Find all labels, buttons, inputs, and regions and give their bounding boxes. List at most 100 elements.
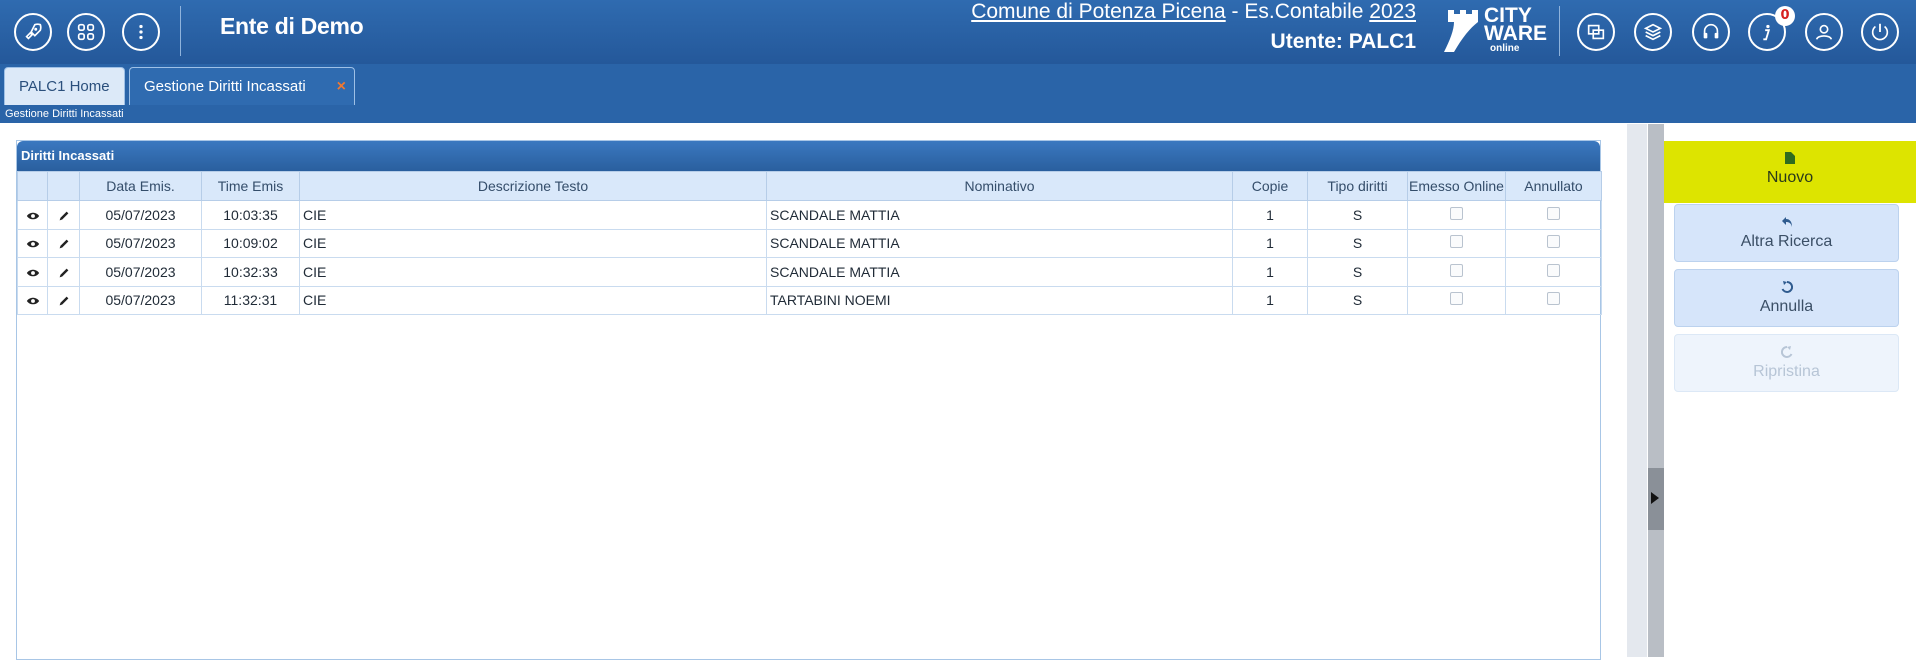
tipo-cell: S (1307, 200, 1408, 230)
annulla-button[interactable]: Annulla (1674, 269, 1899, 327)
panel-splitter[interactable] (1648, 124, 1664, 657)
annullato-checkbox[interactable] (1547, 206, 1560, 220)
emesso-online-checkbox[interactable] (1450, 263, 1463, 277)
col-view (17, 171, 48, 201)
nuovo-button[interactable]: Nuovo (1664, 141, 1916, 203)
ente-info: Comune di Potenza Picena - Es.Contabile … (971, 0, 1416, 24)
descrizione-cell: CIE (299, 285, 767, 315)
pencil-icon[interactable] (57, 294, 71, 308)
annullato-checkbox[interactable] (1547, 235, 1560, 249)
more-vertical-icon[interactable] (122, 13, 160, 51)
col-data-emis[interactable]: Data Emis. (79, 171, 202, 201)
pencil-icon[interactable] (57, 209, 71, 223)
edit-cell[interactable] (47, 228, 80, 258)
edit-cell[interactable] (47, 257, 80, 287)
eye-icon[interactable] (26, 237, 40, 251)
table-row[interactable]: 05/07/2023 10:32:33 CIE SCANDALE MATTIA … (17, 257, 1602, 287)
emesso-online-cell (1407, 228, 1506, 258)
annullato-checkbox[interactable] (1547, 292, 1560, 306)
col-edit (47, 171, 80, 201)
data-emis-cell: 05/07/2023 (79, 200, 202, 230)
eye-icon[interactable] (26, 294, 40, 308)
tipo-cell: S (1307, 257, 1408, 287)
emesso-online-cell (1407, 200, 1506, 230)
col-emesso-online[interactable]: Emesso Online (1407, 171, 1506, 201)
emesso-online-cell (1407, 257, 1506, 287)
emesso-online-checkbox[interactable] (1450, 235, 1463, 249)
eye-icon[interactable] (26, 266, 40, 280)
descrizione-cell: CIE (299, 257, 767, 287)
col-annullato[interactable]: Annullato (1505, 171, 1602, 201)
view-cell[interactable] (17, 228, 48, 258)
apps-grid-icon[interactable] (67, 13, 105, 51)
col-descrizione[interactable]: Descrizione Testo (299, 171, 767, 201)
annullato-cell (1505, 200, 1602, 230)
time-emis-cell: 11:32:31 (201, 285, 300, 315)
edit-cell[interactable] (47, 285, 80, 315)
undo-icon (1781, 217, 1792, 227)
col-time-emis[interactable]: Time Emis (201, 171, 300, 201)
rocket-icon[interactable] (14, 13, 52, 51)
col-nominativo[interactable]: Nominativo (766, 171, 1233, 201)
file-icon (1785, 152, 1795, 164)
eye-icon[interactable] (26, 209, 40, 223)
time-emis-cell: 10:03:35 (201, 200, 300, 230)
ripristina-label: Ripristina (1753, 363, 1820, 380)
altra-ricerca-button[interactable]: Altra Ricerca (1674, 204, 1899, 262)
copie-cell: 1 (1232, 200, 1308, 230)
grid-caption: Diritti Incassati (17, 141, 1600, 171)
headset-icon[interactable] (1692, 13, 1730, 51)
tipo-cell: S (1307, 285, 1408, 315)
view-cell[interactable] (17, 285, 48, 315)
data-emis-cell: 05/07/2023 (79, 228, 202, 258)
col-tipo-diritti[interactable]: Tipo diritti (1307, 171, 1408, 201)
pencil-icon[interactable] (57, 266, 71, 280)
pencil-icon[interactable] (57, 237, 71, 251)
windows-icon[interactable] (1577, 13, 1615, 51)
nominativo-cell: SCANDALE MATTIA (766, 228, 1233, 258)
annulla-label: Annulla (1759, 298, 1814, 315)
cityware-tower-icon (1444, 10, 1478, 52)
user-icon[interactable] (1805, 13, 1843, 51)
tab-home[interactable]: PALC1 Home (4, 67, 125, 105)
table-row[interactable]: 05/07/2023 11:32:31 CIE TARTABINI NOEMI … (17, 285, 1602, 315)
ripristina-button[interactable]: Ripristina (1674, 334, 1899, 392)
annullato-cell (1505, 228, 1602, 258)
edit-cell[interactable] (47, 200, 80, 230)
app-title: Ente di Demo (220, 13, 364, 39)
view-cell[interactable] (17, 257, 48, 287)
col-copie[interactable]: Copie (1232, 171, 1308, 201)
close-icon[interactable]: × (337, 68, 346, 106)
notification-badge: 0 (1775, 6, 1795, 26)
descrizione-cell: CIE (299, 200, 767, 230)
nominativo-cell: SCANDALE MATTIA (766, 257, 1233, 287)
header-divider (180, 6, 181, 56)
annullato-checkbox[interactable] (1547, 263, 1560, 277)
copie-cell: 1 (1232, 257, 1308, 287)
altra-ricerca-label: Altra Ricerca (1740, 233, 1833, 250)
scroll-track[interactable] (1627, 124, 1647, 657)
actions-panel: Nuovo Altra Ricerca Annulla Ripristina (1664, 124, 1916, 657)
time-emis-cell: 10:32:33 (201, 257, 300, 287)
reset-icon (1781, 280, 1793, 293)
tab-gestione-diritti[interactable]: Gestione Diritti Incassati × (129, 67, 355, 105)
diritti-table: Data Emis. Time Emis Descrizione Testo N… (17, 171, 1602, 315)
header-divider-right (1559, 6, 1560, 56)
emesso-online-checkbox[interactable] (1450, 292, 1463, 306)
breadcrumb: Gestione Diritti Incassati (0, 105, 1916, 123)
cityware-logo: CITY WARE online (1440, 5, 1547, 56)
view-cell[interactable] (17, 200, 48, 230)
table-row[interactable]: 05/07/2023 10:09:02 CIE SCANDALE MATTIA … (17, 228, 1602, 258)
emesso-online-checkbox[interactable] (1450, 206, 1463, 220)
emesso-online-cell (1407, 285, 1506, 315)
year-link[interactable]: 2023 (1369, 0, 1416, 23)
power-icon[interactable] (1861, 13, 1899, 51)
nominativo-cell: SCANDALE MATTIA (766, 200, 1233, 230)
books-icon[interactable] (1634, 13, 1672, 51)
table-row[interactable]: 05/07/2023 10:03:35 CIE SCANDALE MATTIA … (17, 200, 1602, 230)
collapse-arrow-icon[interactable] (1651, 492, 1659, 504)
ente-link[interactable]: Comune di Potenza Picena (971, 0, 1226, 23)
es-contabile-label: - Es.Contabile (1225, 0, 1370, 23)
nominativo-cell: TARTABINI NOEMI (766, 285, 1233, 315)
tipo-cell: S (1307, 228, 1408, 258)
